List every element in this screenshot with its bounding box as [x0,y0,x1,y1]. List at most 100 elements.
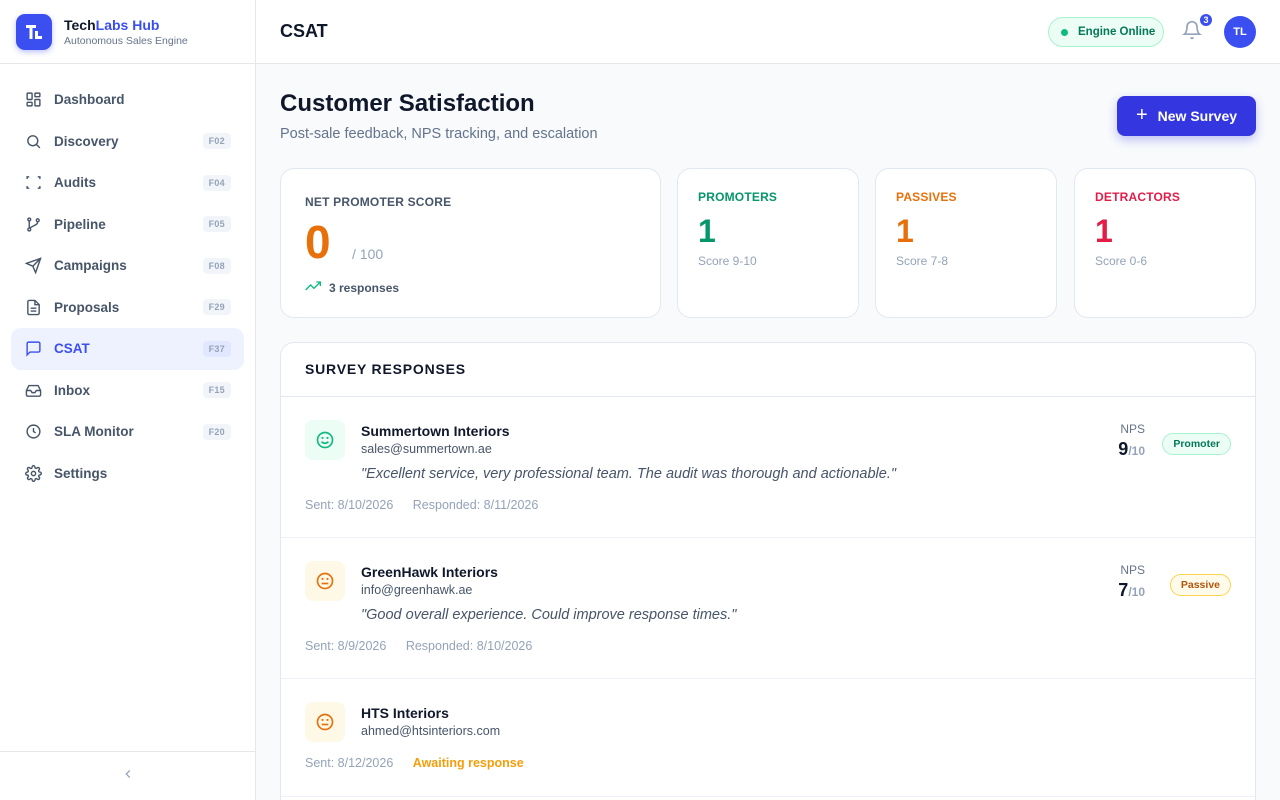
sidebar-item-label: Dashboard [54,92,125,108]
nps-score-label: NPS [1120,422,1145,436]
chevron-left-icon [121,767,135,786]
promoters-card: PROMOTERS 1 Score 9-10 [677,168,859,318]
neutral-face-icon [305,561,345,601]
sidebar-item-settings[interactable]: Settings [11,453,244,495]
feedback-quote: "Excellent service, very professional te… [361,466,896,482]
sidebar-item-label: Settings [54,465,108,481]
send-icon [24,257,42,275]
status-dot [1061,28,1068,36]
sidebar-item-label: Proposals [54,299,120,315]
sidebar-nav: Dashboard Discovery F02 Audits F04 Pipel… [11,79,244,494]
nps-score: 7/10 [1118,580,1145,600]
sidebar-item-pipeline[interactable]: Pipeline F05 [11,204,244,246]
detractors-card: DETRACTORS 1 Score 0-6 [1074,168,1256,318]
search-icon [24,132,42,150]
nps-card: NET PROMOTER SCORE 0 / 100 3 responses [280,168,661,318]
shortcut-key: F29 [202,299,231,316]
stat-label: DETRACTORS [1095,190,1181,204]
sent-date: Sent: 8/9/2026 [305,639,387,653]
new-survey-button[interactable]: + New Survey [1117,96,1256,136]
shortcut-key: F04 [202,174,231,191]
shortcut-key: F20 [202,423,231,440]
shortcut-key: F37 [202,340,231,357]
awaiting-status: Awaiting response [412,756,524,770]
brand-name: TechLabs Hub [64,16,160,33]
file-icon [24,298,42,316]
sidebar-item-discovery[interactable]: Discovery F02 [11,121,244,163]
sidebar-item-proposals[interactable]: Proposals F29 [11,287,244,329]
company-name: Summertown Interiors [361,423,510,439]
list-item[interactable]: Summertown Interiors sales@summertown.ae… [281,397,1255,538]
status-badge: Promoter [1162,433,1231,455]
nps-score: 9/10 [1118,439,1145,459]
shortcut-key: F08 [202,257,231,274]
new-survey-label: New Survey [1157,108,1238,124]
neutral-face-icon [305,702,345,742]
company-email: info@greenhawk.ae [361,583,473,597]
grid-icon [24,91,42,109]
page-title: Customer Satisfaction [280,90,535,117]
nps-label: NET PROMOTER SCORE [305,195,452,209]
avatar[interactable]: TL [1224,16,1256,48]
smile-icon [305,420,345,460]
inbox-icon [24,381,42,399]
list-item[interactable]: HTS Interiors ahmed@htsinteriors.com Sen… [281,679,1255,797]
response-meta: Sent: 8/10/2026 Responded: 8/11/2026 [305,498,554,512]
company-email: sales@summertown.ae [361,442,492,456]
nps-responses-count: 3 responses [329,280,400,295]
topbar-title: CSAT [280,21,328,41]
sidebar-item-label: Campaigns [54,258,127,274]
shortcut-key: F05 [202,216,231,233]
sidebar-item-csat[interactable]: CSAT F37 [11,328,244,370]
shortcut-key: F15 [202,382,231,399]
sidebar: TechLabs Hub Autonomous Sales Engine Das… [0,0,256,800]
stat-range: Score 7-8 [896,254,949,268]
stat-value: 1 [896,213,914,249]
message-icon [24,340,42,358]
scan-icon [24,174,42,192]
company-name: GreenHawk Interiors [361,564,498,580]
sidebar-item-inbox[interactable]: Inbox F15 [11,370,244,412]
response-meta: Sent: 8/12/2026 Awaiting response [305,756,540,770]
topbar: CSAT Engine Online 3 TL [256,0,1280,64]
gear-icon [24,464,42,482]
survey-responses-heading: SURVEY RESPONSES [281,343,1255,397]
shortcut-key: F02 [202,133,231,150]
sidebar-item-audits[interactable]: Audits F04 [11,162,244,204]
sidebar-item-sla-monitor[interactable]: SLA Monitor F20 [11,411,244,453]
sidebar-item-label: SLA Monitor [54,424,134,440]
sidebar-item-label: Audits [54,175,96,191]
nps-value: 0 [305,216,331,268]
responded-date: Responded: 8/11/2026 [412,498,539,512]
sidebar-item-label: Pipeline [54,216,106,232]
stat-label: PASSIVES [896,190,957,204]
sent-date: Sent: 8/10/2026 [305,498,394,512]
logo-icon [16,13,52,50]
stat-range: Score 0-6 [1095,254,1148,268]
survey-responses-panel: SURVEY RESPONSES Summertown Interiors sa… [280,342,1256,800]
list-item[interactable]: GreenHawk Interiors info@greenhawk.ae "G… [281,538,1255,679]
clock-icon [24,423,42,441]
sidebar-item-dashboard[interactable]: Dashboard [11,79,244,121]
nps-max: / 100 [352,246,384,262]
collapse-sidebar-button[interactable] [0,751,255,800]
sidebar-item-campaigns[interactable]: Campaigns F08 [11,245,244,287]
plus-icon: + [1135,104,1148,126]
nps-responses: 3 responses [305,278,399,297]
sent-date: Sent: 8/12/2026 [305,756,394,770]
response-meta: Sent: 8/9/2026 Responded: 8/10/2026 [305,639,548,653]
stat-value: 1 [1095,213,1113,249]
brand-subtitle: Autonomous Sales Engine [64,34,188,47]
notification-count-badge: 3 [1198,12,1214,28]
trending-up-icon [305,278,329,297]
engine-status-label: Engine Online [1078,26,1156,38]
sidebar-item-label: CSAT [54,341,90,357]
sidebar-item-label: Inbox [54,382,90,398]
sidebar-item-label: Discovery [54,133,119,149]
passives-card: PASSIVES 1 Score 7-8 [875,168,1057,318]
company-name: HTS Interiors [361,705,449,721]
stat-label: PROMOTERS [698,190,778,204]
engine-status-badge[interactable]: Engine Online [1048,17,1164,47]
stat-value: 1 [698,213,716,249]
brand[interactable]: TechLabs Hub Autonomous Sales Engine [0,0,255,64]
